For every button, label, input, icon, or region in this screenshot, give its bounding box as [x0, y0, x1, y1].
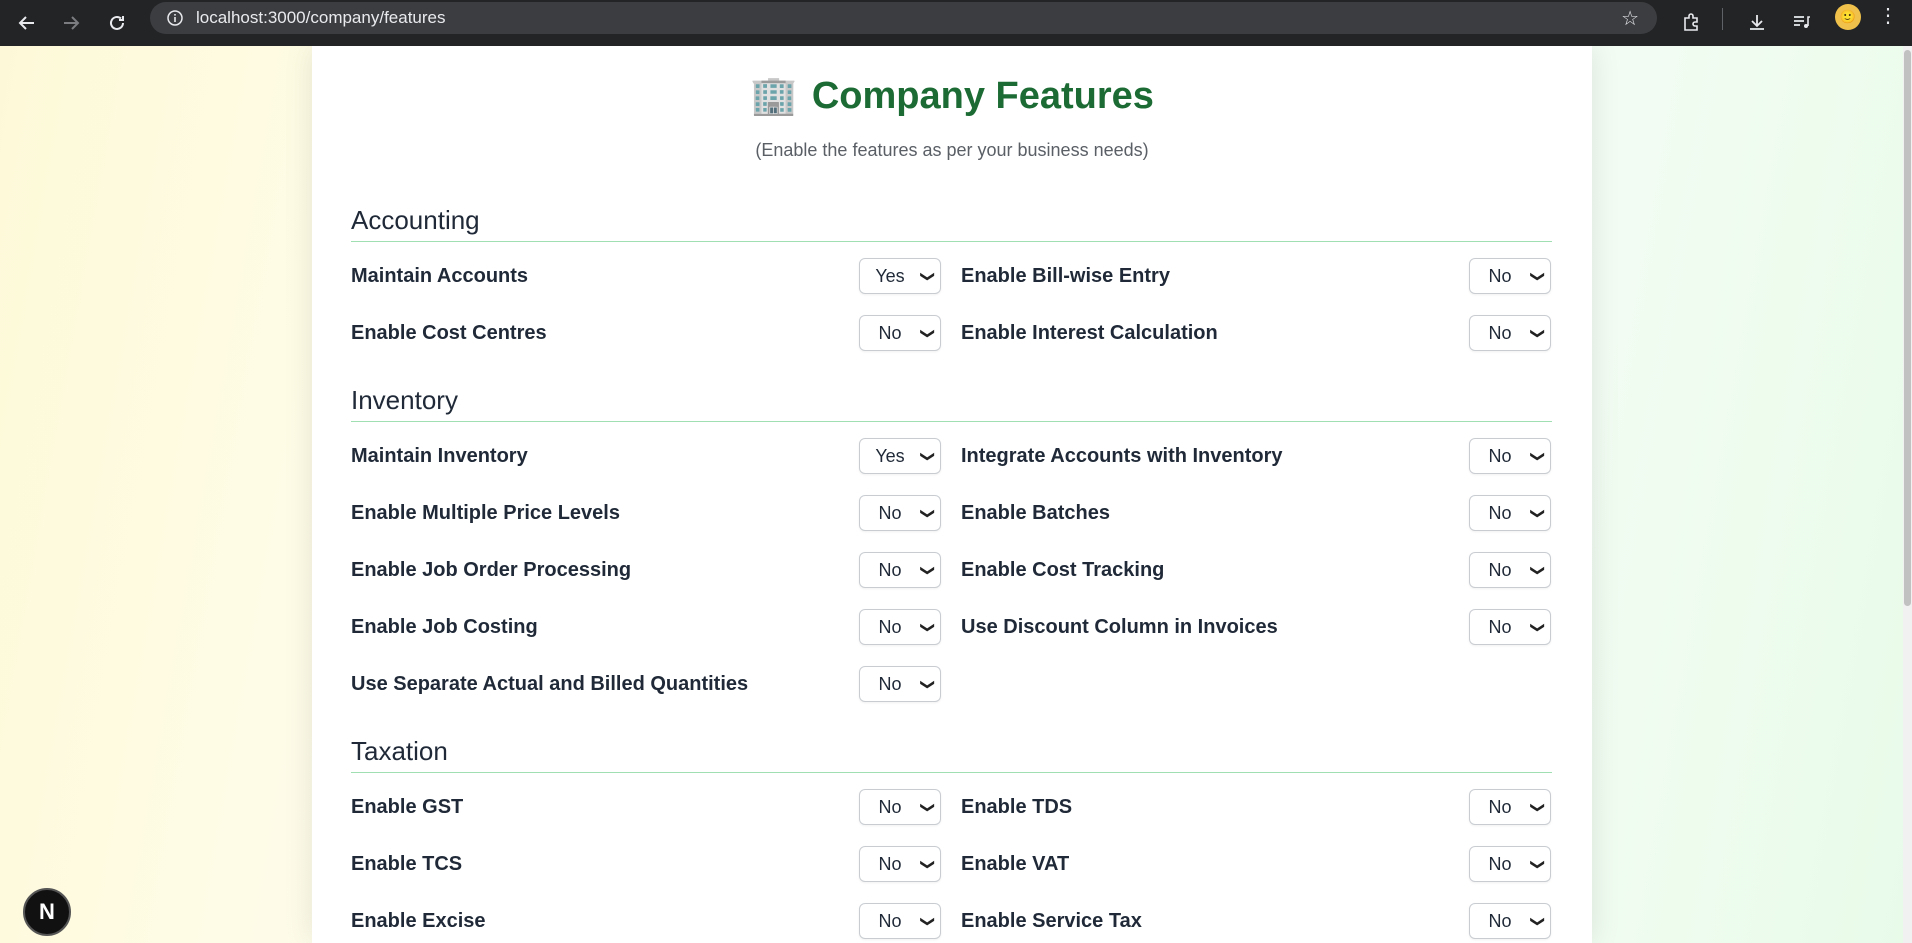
chevron-down-icon: ❯	[1530, 270, 1547, 282]
chevron-down-icon: ❯	[1530, 915, 1547, 927]
chevron-down-icon: ❯	[1530, 858, 1547, 870]
url-text[interactable]: localhost:3000/company/features	[196, 8, 446, 28]
chevron-down-icon: ❯	[920, 621, 937, 633]
section-divider	[351, 772, 1552, 773]
chevron-down-icon: ❯	[1530, 801, 1547, 813]
extensions-icon[interactable]	[1675, 6, 1707, 38]
feature-label: Enable VAT	[961, 853, 1070, 875]
feature-select[interactable]: No ❯	[1469, 552, 1551, 588]
feature-label: Enable Multiple Price Levels	[351, 502, 620, 524]
feature-label: Integrate Accounts with Inventory	[961, 445, 1283, 467]
download-icon[interactable]	[1741, 6, 1773, 38]
chevron-down-icon: ❯	[920, 678, 937, 690]
feature-label: Use Separate Actual and Billed Quantitie…	[351, 673, 749, 695]
page-background: 🏢 Company Features (Enable the features …	[0, 46, 1912, 943]
section-divider	[351, 421, 1552, 422]
feature-select[interactable]: No ❯	[1469, 609, 1551, 645]
feature-label: Enable Excise	[351, 910, 486, 932]
chevron-down-icon: ❯	[1530, 564, 1547, 576]
feature-select[interactable]: No ❯	[1469, 258, 1551, 294]
feature-label: Enable GST	[351, 796, 464, 818]
feature-select[interactable]: Yes ❯	[859, 258, 941, 294]
forward-arrow-icon[interactable]	[53, 5, 89, 41]
feature-label: Enable Interest Calculation	[961, 322, 1218, 344]
media-playlist-icon[interactable]	[1785, 6, 1817, 38]
site-info-icon[interactable]	[160, 3, 190, 33]
page-scrollbar[interactable]	[1903, 46, 1912, 943]
feature-label: Enable Cost Tracking	[961, 559, 1165, 581]
feature-label: Enable Job Order Processing	[351, 559, 632, 581]
chevron-down-icon: ❯	[920, 507, 937, 519]
browser-toolbar: localhost:3000/company/features ☆ 🙂 ⋮	[0, 0, 1912, 46]
profile-avatar[interactable]: 🙂	[1835, 4, 1861, 30]
nextjs-dev-badge[interactable]: N	[23, 888, 71, 936]
scrollbar-thumb[interactable]	[1904, 50, 1911, 606]
toolbar-divider	[1722, 8, 1723, 30]
feature-label: Enable Bill-wise Entry	[961, 265, 1170, 287]
chevron-down-icon: ❯	[1530, 327, 1547, 339]
page-title: Company Features	[811, 74, 1154, 117]
browser-menu-icon[interactable]: ⋮	[1873, 3, 1903, 28]
feature-select[interactable]: No ❯	[859, 666, 941, 702]
feature-label: Enable TDS	[961, 796, 1073, 818]
chevron-down-icon: ❯	[920, 915, 937, 927]
chevron-down-icon: ❯	[1530, 621, 1547, 633]
feature-label: Enable Job Costing	[351, 616, 538, 638]
section-divider	[351, 241, 1552, 242]
feature-label: Enable TCS	[351, 853, 463, 875]
feature-select[interactable]: No ❯	[1469, 789, 1551, 825]
feature-select[interactable]: No ❯	[859, 495, 941, 531]
feature-select[interactable]: No ❯	[859, 315, 941, 351]
chevron-down-icon: ❯	[920, 327, 937, 339]
feature-select[interactable]: No ❯	[859, 552, 941, 588]
chevron-down-icon: ❯	[920, 450, 937, 462]
feature-select[interactable]: Yes ❯	[859, 438, 941, 474]
feature-select[interactable]: No ❯	[1469, 846, 1551, 882]
chevron-down-icon: ❯	[920, 270, 937, 282]
chevron-down-icon: ❯	[1530, 450, 1547, 462]
chevron-down-icon: ❯	[920, 564, 937, 576]
feature-label: Maintain Accounts	[351, 265, 529, 287]
feature-label: Enable Batches	[961, 502, 1110, 524]
back-arrow-icon[interactable]	[9, 5, 45, 41]
feature-select[interactable]: No ❯	[1469, 315, 1551, 351]
section-title-taxation: Taxation	[351, 736, 448, 766]
section-title-accounting: Accounting	[351, 205, 480, 235]
chevron-down-icon: ❯	[920, 858, 937, 870]
bookmark-star-icon[interactable]: ☆	[1621, 6, 1639, 31]
feature-label: Enable Service Tax	[961, 910, 1142, 932]
feature-select[interactable]: No ❯	[859, 846, 941, 882]
page-subtitle: (Enable the features as per your busines…	[755, 140, 1149, 160]
reload-icon[interactable]	[99, 5, 135, 41]
address-bar[interactable]: localhost:3000/company/features ☆	[150, 2, 1657, 34]
feature-select[interactable]: No ❯	[859, 903, 941, 939]
feature-select[interactable]: No ❯	[1469, 903, 1551, 939]
chevron-down-icon: ❯	[920, 801, 937, 813]
feature-select[interactable]: No ❯	[859, 609, 941, 645]
feature-select[interactable]: No ❯	[1469, 438, 1551, 474]
feature-label: Maintain Inventory	[351, 445, 528, 467]
features-card: 🏢 Company Features (Enable the features …	[312, 46, 1592, 943]
feature-label: Use Discount Column in Invoices	[961, 616, 1278, 638]
feature-select[interactable]: No ❯	[1469, 495, 1551, 531]
section-title-inventory: Inventory	[351, 385, 458, 415]
office-building-icon: 🏢	[750, 75, 798, 117]
feature-select[interactable]: No ❯	[859, 789, 941, 825]
feature-label: Enable Cost Centres	[351, 322, 547, 344]
chevron-down-icon: ❯	[1530, 507, 1547, 519]
page-header: 🏢 Company Features	[312, 74, 1592, 118]
